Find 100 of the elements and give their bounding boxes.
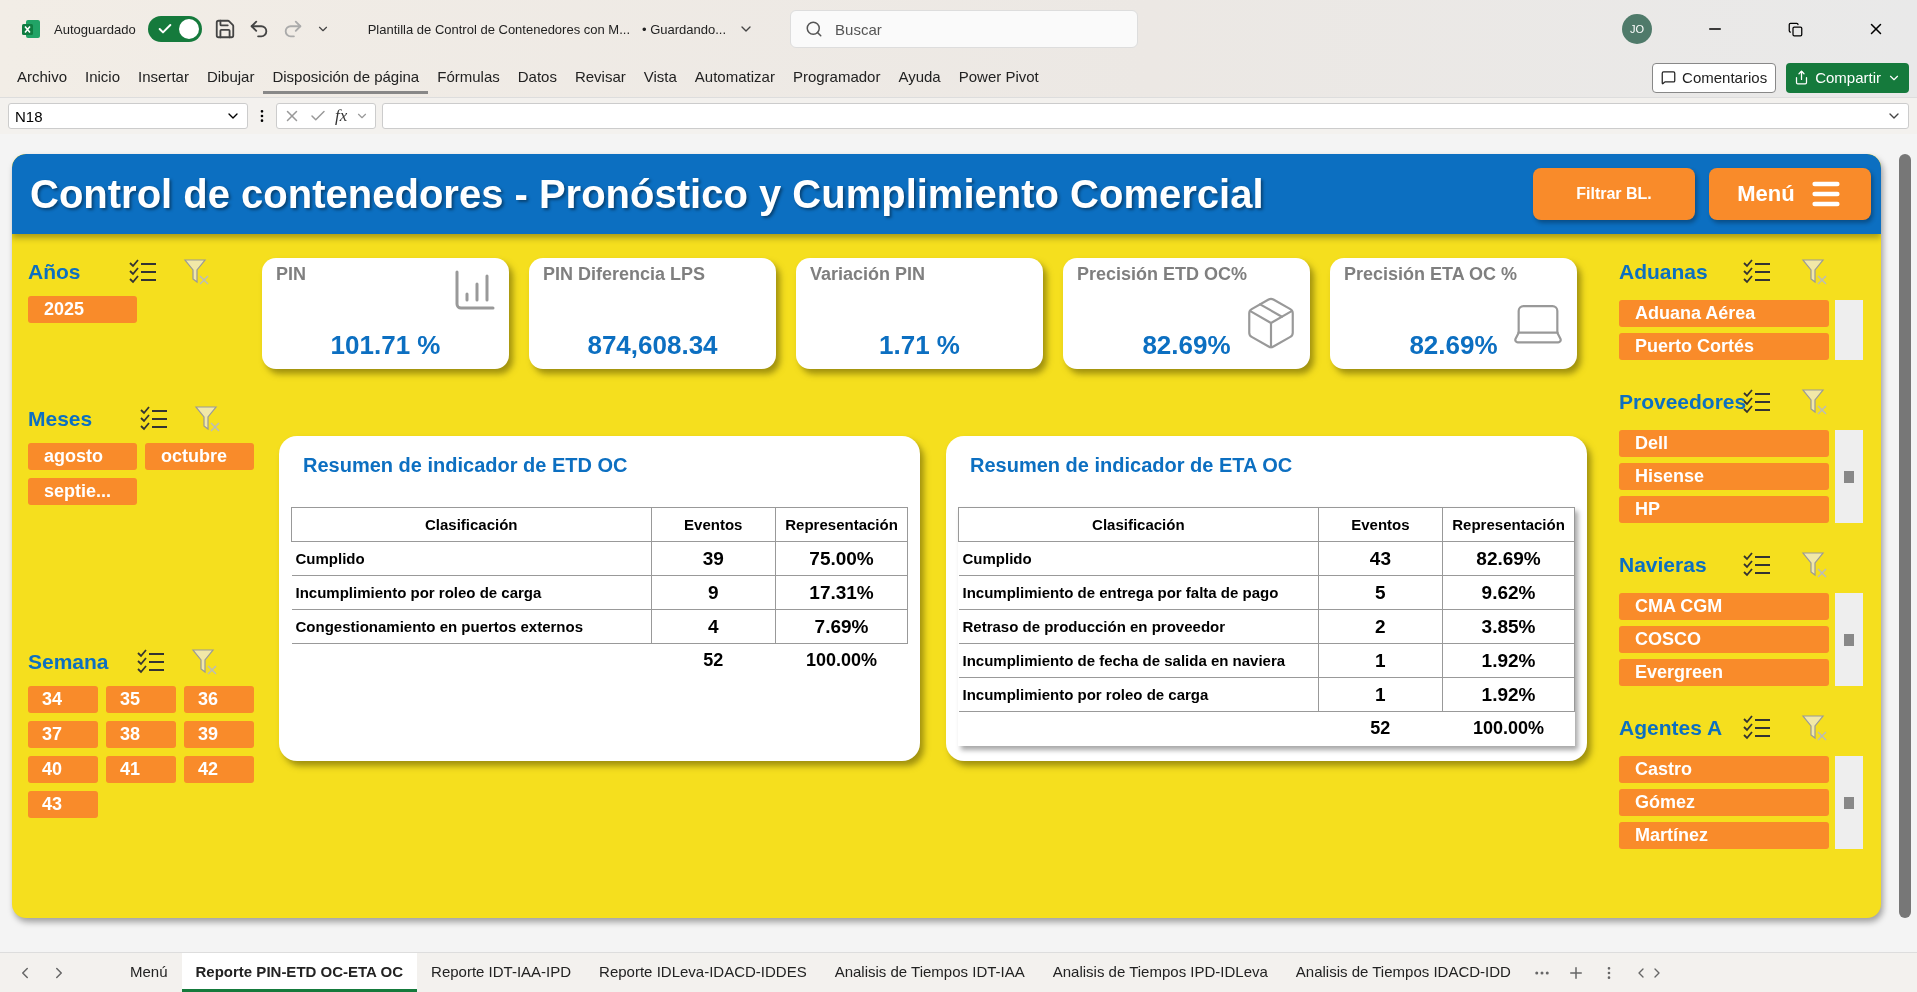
kpi-label: Precisión ETD OC% bbox=[1077, 264, 1249, 285]
ribbon-tab[interactable]: Revisar bbox=[565, 61, 635, 94]
column-header: Clasificación bbox=[291, 507, 651, 542]
sheet-tab[interactable]: Analisis de Tiempos IDACD-IDD bbox=[1281, 953, 1525, 992]
sheet-tab[interactable]: Menú bbox=[116, 953, 182, 992]
dashboard-title: Control de contenedores - Pronóstico y Cumplimiento Comercial bbox=[30, 171, 1265, 217]
table-cell: 7.69% bbox=[775, 609, 908, 644]
ribbon-tab[interactable]: Fórmulas bbox=[428, 61, 509, 94]
sheet-tab[interactable]: Analisis de Tiempos IPD-IDLeva bbox=[1038, 953, 1282, 992]
slicer-title: Años bbox=[28, 260, 81, 284]
table-cell: 75.00% bbox=[775, 541, 908, 576]
table-cell: Cumplido bbox=[291, 541, 651, 576]
total-cell: 100.00% bbox=[775, 643, 908, 678]
scroll-thumb[interactable] bbox=[1844, 470, 1854, 483]
ribbon-tab[interactable]: Insertar bbox=[129, 61, 198, 94]
column-header: Representación bbox=[1442, 507, 1575, 542]
kpi-label: PIN bbox=[276, 264, 307, 285]
ribbon-tab[interactable]: Power Pivot bbox=[949, 61, 1048, 94]
table-cell: Incumplimiento de entrega por falta de pago bbox=[958, 575, 1319, 610]
column-header: Clasificación bbox=[958, 507, 1319, 542]
share-icon bbox=[1794, 70, 1810, 85]
table-cell: 1.92% bbox=[1442, 643, 1575, 678]
ribbon-tab[interactable]: Datos bbox=[508, 61, 566, 94]
ribbon-tab[interactable]: Ayuda bbox=[889, 61, 950, 94]
ribbon-tab[interactable]: Dibujar bbox=[197, 61, 264, 94]
kpi-value: 82.69% bbox=[1142, 330, 1231, 361]
kpi-label: PIN Diferencia LPS bbox=[543, 264, 707, 285]
column-header: Representación bbox=[775, 507, 908, 542]
table-cell: 9.62% bbox=[1442, 575, 1575, 610]
multi-select-icon[interactable] bbox=[1743, 552, 1771, 578]
formula-buttons[interactable]: fx bbox=[276, 103, 377, 129]
kpi-value: 1.71 % bbox=[879, 330, 960, 361]
ribbon-tab[interactable]: Programador bbox=[783, 61, 890, 94]
table-cell: 1.92% bbox=[1442, 677, 1575, 712]
total-cell: 52 bbox=[651, 643, 776, 678]
autosave-toggle[interactable] bbox=[147, 16, 202, 42]
search-placeholder: Buscar bbox=[835, 20, 882, 38]
comment-icon bbox=[1661, 70, 1677, 85]
autosave-label: Autoguardado bbox=[54, 21, 136, 37]
restore-icon[interactable] bbox=[1788, 21, 1803, 37]
scroll-thumb[interactable] bbox=[1844, 633, 1854, 646]
ribbon-tab[interactable]: Vista bbox=[634, 61, 686, 94]
user-avatar[interactable]: JO bbox=[1622, 14, 1652, 44]
name-box[interactable]: N18 bbox=[8, 103, 248, 129]
kpi-value: 82.69% bbox=[1409, 330, 1498, 361]
summary-title: Resumen de indicador de ETD OC bbox=[303, 454, 629, 477]
scroll-thumb[interactable] bbox=[1844, 796, 1854, 809]
document-title[interactable]: Plantilla de Control de Contenedores con M... bbox=[367, 21, 630, 37]
column-header: Eventos bbox=[1318, 507, 1443, 542]
ribbon-tab[interactable]: Disposición de página bbox=[263, 61, 429, 94]
scroll-bar[interactable] bbox=[1835, 593, 1863, 686]
table-cell: 39 bbox=[651, 541, 776, 576]
table-cell: Incumplimiento de fecha de salida en naviera bbox=[958, 643, 1319, 678]
multi-select-icon[interactable] bbox=[1743, 715, 1771, 741]
sheet-tab[interactable]: Reporte IDT-IAA-IPD bbox=[417, 953, 586, 992]
table-cell: 4 bbox=[651, 609, 776, 644]
sheet-tab[interactable]: Reporte PIN-ETD OC-ETA OC bbox=[181, 953, 418, 992]
table-cell: 1 bbox=[1318, 643, 1443, 678]
table-cell: Incumplimiento por roleo de carga bbox=[958, 677, 1319, 712]
scroll-bar[interactable] bbox=[1835, 756, 1863, 849]
sheet-scroll-bar[interactable] bbox=[1899, 154, 1911, 918]
multi-select-icon[interactable] bbox=[1743, 259, 1771, 285]
table-cell: 43 bbox=[1318, 541, 1443, 576]
kpi-value: 874,608.34 bbox=[587, 330, 718, 361]
summary-title: Resumen de indicador de ETA OC bbox=[970, 454, 1294, 477]
save-status[interactable]: • Guardando... bbox=[642, 21, 727, 37]
excel-logo-icon bbox=[20, 18, 42, 40]
slicer-title: Navieras bbox=[1619, 553, 1708, 577]
multi-select-icon[interactable] bbox=[128, 259, 157, 285]
multi-select-icon[interactable] bbox=[140, 406, 169, 432]
slicer-title: Meses bbox=[28, 407, 93, 431]
multi-select-icon[interactable] bbox=[136, 649, 165, 675]
kpi-label: Variación PIN bbox=[810, 264, 927, 285]
table-cell: Congestionamiento en puertos externos bbox=[291, 609, 651, 644]
table-cell: Incumplimiento por roleo de carga bbox=[291, 575, 651, 610]
share-button[interactable]: Compartir bbox=[1786, 62, 1909, 93]
save-icon[interactable] bbox=[213, 18, 236, 40]
slicer-title: Aduanas bbox=[1619, 260, 1709, 284]
table-cell: 82.69% bbox=[1442, 541, 1575, 576]
table-cell: Cumplido bbox=[958, 541, 1319, 576]
table-cell: 3.85% bbox=[1442, 609, 1575, 644]
kpi-label: Precisión ETA OC % bbox=[1344, 264, 1519, 285]
scroll-bar[interactable] bbox=[1835, 430, 1863, 523]
kpi-value: 101.71 % bbox=[330, 330, 441, 361]
slicer-title: Semana bbox=[28, 650, 109, 674]
slicer-title: Agentes A bbox=[1619, 716, 1724, 740]
total-cell: 100.00% bbox=[1442, 711, 1575, 746]
search-field[interactable]: Buscar bbox=[790, 10, 1139, 48]
comments-button[interactable]: Comentarios bbox=[1652, 62, 1777, 93]
ribbon-tab[interactable]: Automatizar bbox=[685, 61, 784, 94]
scroll-bar[interactable] bbox=[1835, 300, 1863, 360]
ribbon-tab[interactable]: Inicio bbox=[76, 61, 130, 94]
table-cell: 2 bbox=[1318, 609, 1443, 644]
formula-input[interactable] bbox=[382, 103, 1909, 129]
sheet-tab[interactable]: Reporte IDLeva-IDACD-IDDES bbox=[585, 953, 821, 992]
table-cell: 9 bbox=[651, 575, 776, 610]
ribbon-tab[interactable]: Archivo bbox=[8, 61, 77, 94]
search-icon bbox=[805, 20, 824, 38]
sheet-tab[interactable]: Analisis de Tiempos IDT-IAA bbox=[820, 953, 1039, 992]
total-cell: 52 bbox=[1318, 711, 1443, 746]
